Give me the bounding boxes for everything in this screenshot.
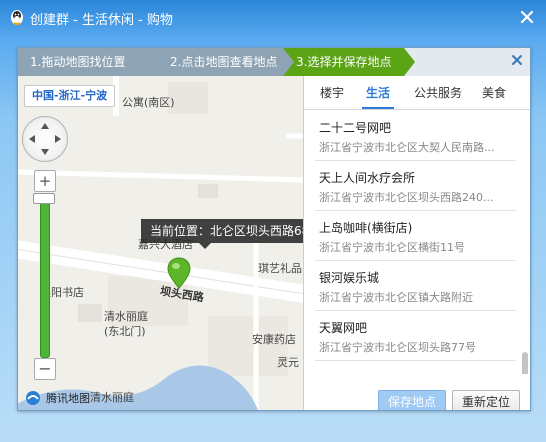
map-label-garden-east-sub: (东北门): [104, 325, 146, 338]
step-2: 2.点击地图查看地点: [152, 48, 300, 76]
zoom-slider-handle[interactable]: [33, 193, 55, 204]
poi-name: 二十二号网吧: [319, 121, 392, 135]
region-selector[interactable]: 中国-浙江-宁波: [24, 85, 116, 107]
tab-public-services[interactable]: 公共服务: [406, 76, 470, 109]
map-label-garden-east: 清水丽庭: [104, 310, 148, 323]
zoom-out-button[interactable]: −: [34, 358, 56, 380]
title-bar[interactable]: 创建群 - 生活休闲 - 购物: [0, 0, 546, 36]
poi-name: 银河娱乐城: [319, 271, 380, 285]
active-tab-indicator: [362, 107, 394, 109]
step-1: 1.拖动地图找位置: [18, 48, 168, 76]
window-close-icon[interactable]: [518, 8, 536, 26]
poi-address: 浙江省宁波市北仑区横街11号: [319, 241, 465, 254]
tab-life[interactable]: 生活: [358, 76, 398, 109]
app-window: 创建群 - 生活休闲 - 购物 1.拖动地图找位置 2.点击地图查看地点 3.选…: [0, 0, 546, 442]
map-label-garden: 清水丽庭: [90, 391, 134, 404]
save-location-button[interactable]: 保存地点: [378, 390, 446, 410]
poi-name: 上岛咖啡(横街店): [319, 221, 413, 235]
poi-list[interactable]: 二十二号网吧 浙江省宁波市北仑区大契人民南路... 天上人间水疗会所 浙江省宁波…: [304, 110, 530, 374]
zoom-in-button[interactable]: +: [34, 170, 56, 192]
tencent-map-icon: [26, 391, 40, 405]
qq-penguin-icon: [8, 8, 26, 26]
step-3-active: 3.选择并保存地点: [283, 48, 415, 76]
map-canvas[interactable]: 中国-浙江-宁波 公寓(南区) 嘉兴大酒店 琪艺礼品 坝头西路 晨阳书店 清水丽…: [18, 76, 303, 410]
tencent-map-logo-text: 腾讯地图: [46, 392, 90, 405]
map-label-gift-shop: 琪艺礼品: [258, 262, 302, 275]
map-label-pharmacy: 安康药店: [252, 333, 296, 346]
poi-address: 浙江省宁波市北仑区坝头西路240...: [319, 191, 494, 204]
tencent-map-logo: 腾讯地图: [24, 389, 90, 407]
map-pan-control[interactable]: [22, 116, 68, 162]
window-title: 创建群 - 生活休闲 - 购物: [30, 13, 173, 28]
list-item[interactable]: 银河娱乐城 浙江省宁波市北仑区镇大路附近: [315, 260, 516, 311]
relocate-button[interactable]: 重新定位: [452, 390, 520, 410]
list-item[interactable]: 上岛咖啡(横街店) 浙江省宁波市北仑区横街11号: [315, 210, 516, 261]
poi-name: 天上人间水疗会所: [319, 171, 416, 185]
location-dialog: 1.拖动地图找位置 2.点击地图查看地点 3.选择并保存地点 中国-浙江-宁波 …: [17, 47, 531, 411]
poi-panel: 楼宇 生活 公共服务 美食 二十二号网吧 浙江省宁波市北仑区大契人民南路... …: [303, 76, 530, 410]
tab-buildings[interactable]: 楼宇: [312, 76, 352, 109]
list-item[interactable]: 天翼网吧 浙江省宁波市北仑区坝头路77号: [315, 310, 516, 361]
poi-address: 浙江省宁波市北仑区大契人民南路...: [319, 141, 495, 154]
list-scrollbar-thumb[interactable]: [522, 352, 528, 374]
location-pin-icon[interactable]: [166, 256, 192, 290]
map-label-apartment: 公寓(南区): [122, 96, 175, 109]
poi-name: 天翼网吧: [319, 321, 368, 335]
map-label-lingyuan: 灵元: [277, 356, 299, 369]
step-indicator: 1.拖动地图找位置 2.点击地图查看地点 3.选择并保存地点: [18, 48, 530, 76]
category-tabs: 楼宇 生活 公共服务 美食: [304, 76, 530, 110]
list-item[interactable]: 二十二号网吧 浙江省宁波市北仑区大契人民南路...: [315, 110, 516, 161]
zoom-slider[interactable]: [40, 194, 50, 358]
dialog-close-icon[interactable]: [510, 53, 524, 67]
list-item[interactable]: 天上人间水疗会所 浙江省宁波市北仑区坝头西路240...: [315, 160, 516, 211]
poi-address: 浙江省宁波市北仑区坝头路77号: [319, 341, 476, 354]
current-location-tooltip: 当前位置：北仑区坝头西路68号: [141, 219, 303, 243]
poi-address: 浙江省宁波市北仑区镇大路附近: [319, 291, 473, 304]
tooltip-arrow: [199, 243, 211, 249]
pan-arrows-icon: [29, 123, 61, 155]
tab-food[interactable]: 美食: [474, 76, 514, 109]
